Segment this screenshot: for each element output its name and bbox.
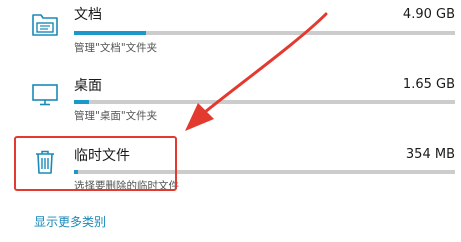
storage-item-size: 4.90 GB xyxy=(402,7,455,22)
usage-bar-fill xyxy=(74,31,147,35)
storage-item-subtitle: 管理"文档"文件夹 xyxy=(74,42,158,54)
storage-item-documents[interactable]: 文档 4.90 GB 管理"文档"文件夹 xyxy=(0,0,461,60)
storage-item-size: 1.65 GB xyxy=(402,77,455,92)
documents-folder-icon xyxy=(30,9,60,39)
highlight-box xyxy=(14,136,177,191)
storage-item-size: 354 MB xyxy=(405,147,455,162)
storage-item-name: 桌面 xyxy=(74,78,102,94)
usage-bar xyxy=(74,31,455,35)
show-more-categories-link[interactable]: 显示更多类别 xyxy=(34,213,106,230)
usage-bar xyxy=(74,100,455,104)
storage-item-subtitle: 管理"桌面"文件夹 xyxy=(74,110,158,122)
usage-bar-fill xyxy=(74,100,90,104)
storage-categories-page: 文档 4.90 GB 管理"文档"文件夹 桌面 1.65 GB 管理"桌面"文件… xyxy=(0,0,461,242)
monitor-icon xyxy=(30,79,60,109)
storage-item-desktop[interactable]: 桌面 1.65 GB 管理"桌面"文件夹 xyxy=(0,70,461,130)
storage-item-name: 文档 xyxy=(74,7,102,23)
